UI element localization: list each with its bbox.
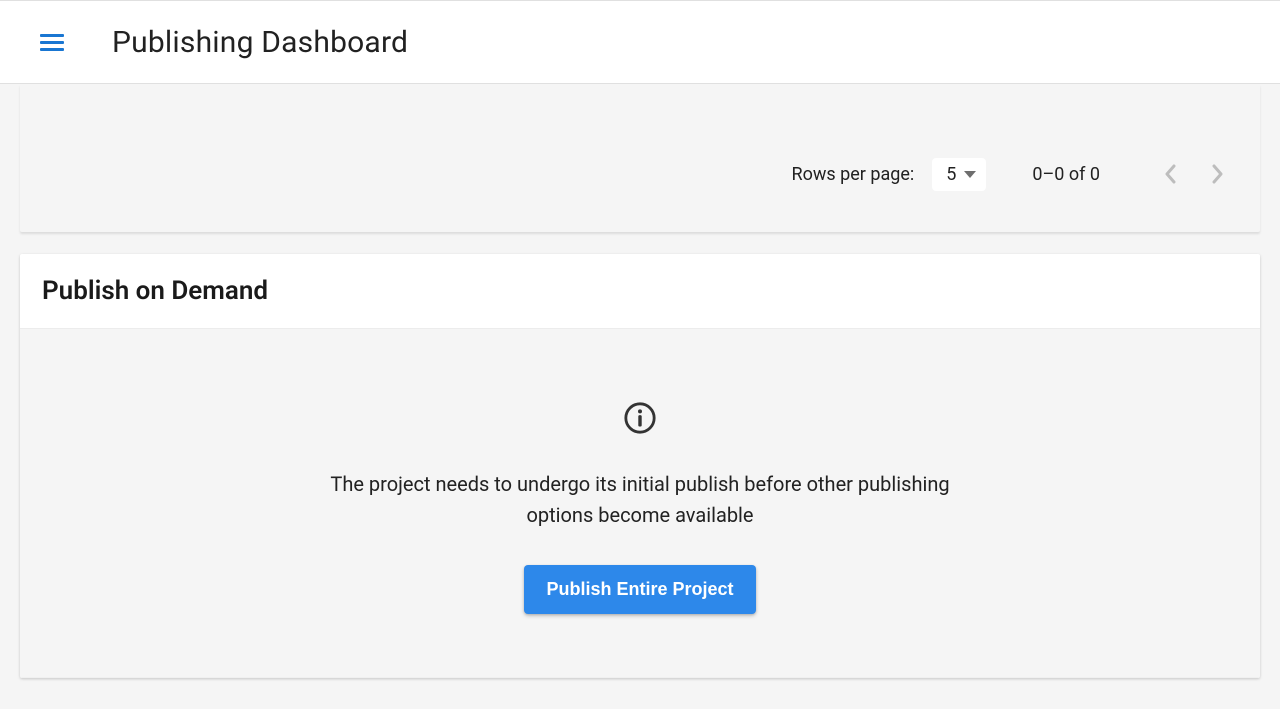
app-header: Publishing Dashboard	[0, 0, 1280, 84]
previous-page-button[interactable]	[1152, 156, 1188, 192]
hamburger-menu-icon[interactable]	[40, 28, 68, 56]
chevron-down-icon	[964, 171, 976, 178]
pagination-range: 0–0 of 0	[1032, 164, 1100, 185]
table-card: Rows per page: 5 0–0 of 0	[20, 84, 1260, 232]
main-content: Rows per page: 5 0–0 of 0 Publish on Dem…	[0, 84, 1280, 678]
card-header: Publish on Demand	[20, 254, 1260, 329]
chevron-right-icon	[1212, 164, 1224, 184]
rows-per-page-label: Rows per page:	[791, 164, 914, 185]
chevron-left-icon	[1164, 164, 1176, 184]
next-page-button[interactable]	[1200, 156, 1236, 192]
publish-entire-project-button[interactable]: Publish Entire Project	[524, 565, 755, 614]
pagination-bar: Rows per page: 5 0–0 of 0	[791, 156, 1236, 192]
rows-per-page-value: 5	[946, 164, 956, 185]
page-title: Publishing Dashboard	[112, 25, 408, 60]
info-icon	[623, 401, 657, 435]
card-body: The project needs to undergo its initial…	[20, 329, 1260, 678]
card-title: Publish on Demand	[42, 276, 1236, 306]
info-message: The project needs to undergo its initial…	[310, 469, 970, 531]
rows-per-page-select[interactable]: 5	[932, 158, 986, 191]
publish-on-demand-card: Publish on Demand The project needs to u…	[20, 254, 1260, 678]
